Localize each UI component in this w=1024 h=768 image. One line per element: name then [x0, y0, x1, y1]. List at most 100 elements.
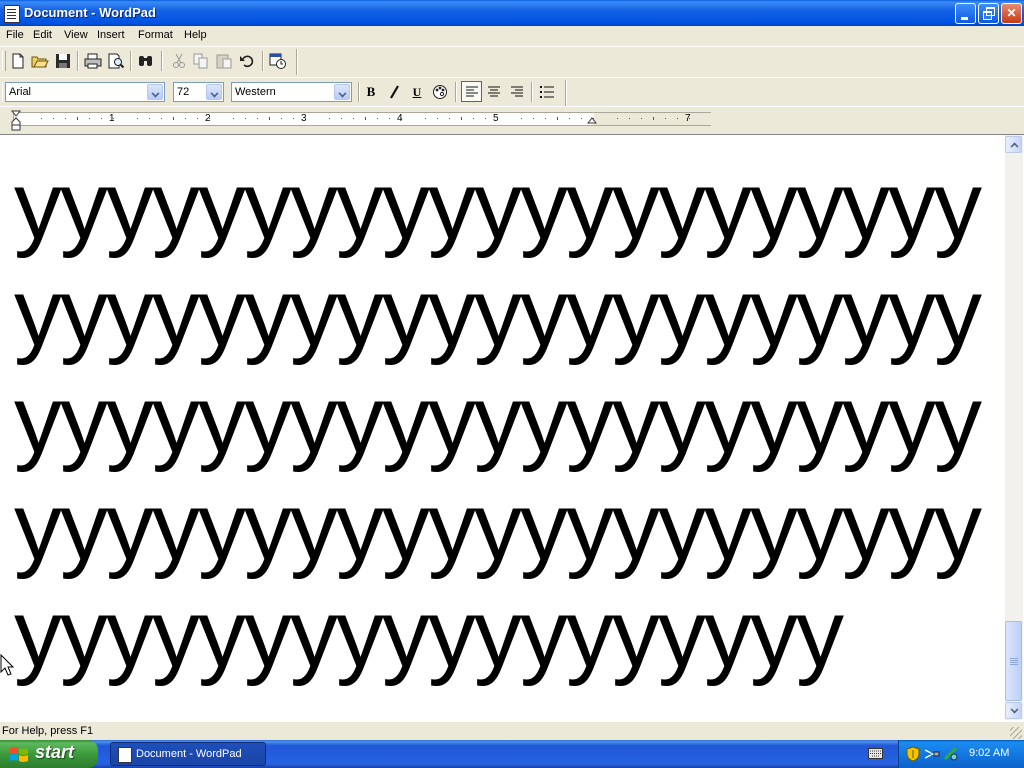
- ruler-tick: [569, 118, 570, 119]
- copy-icon[interactable]: [192, 52, 210, 70]
- ruler-label: 1: [109, 113, 115, 124]
- keyboard-language-icon[interactable]: [868, 748, 883, 759]
- print-preview-icon[interactable]: [107, 52, 125, 70]
- right-indent-marker[interactable]: [587, 114, 597, 124]
- color-palette-icon[interactable]: [431, 83, 449, 101]
- ruler-tick: [665, 118, 666, 119]
- ruler-label: 2: [205, 113, 211, 124]
- document-line[interactable]: yyyyyyyyyyyyyyyyyy: [14, 580, 1004, 687]
- ruler-tick: [293, 118, 294, 119]
- status-bar: For Help, press F1: [0, 721, 1024, 741]
- date-time-icon[interactable]: [269, 52, 287, 70]
- clock[interactable]: 9:02 AM: [969, 747, 1009, 759]
- vertical-scrollbar[interactable]: [1005, 135, 1023, 720]
- minimize-button[interactable]: [955, 3, 976, 24]
- close-button[interactable]: [1001, 3, 1022, 24]
- document-text[interactable]: yyyyyyyyyyyyyyyyyyyyy yyyyyyyyyyyyyyyyyyy…: [14, 152, 1004, 687]
- resize-grip[interactable]: [1010, 727, 1022, 739]
- font-size-combo[interactable]: 72: [173, 82, 224, 102]
- ruler-tick: [689, 118, 690, 119]
- ruler-tick: [557, 117, 558, 120]
- menu-view[interactable]: View: [64, 29, 88, 41]
- chevron-down-icon[interactable]: [206, 84, 222, 100]
- title-bar[interactable]: Document - WordPad: [0, 0, 1024, 26]
- menu-help[interactable]: Help: [184, 29, 207, 41]
- align-right-button[interactable]: [508, 83, 526, 101]
- ruler-tick: [437, 118, 438, 119]
- ruler-tick: [377, 118, 378, 119]
- scroll-thumb[interactable]: [1005, 621, 1022, 701]
- ruler-label: 3: [301, 113, 307, 124]
- taskbar-button-wordpad[interactable]: Document - WordPad: [110, 742, 266, 766]
- ruler-tick: [77, 117, 78, 120]
- toolbar-separator: [130, 51, 132, 71]
- scroll-up-button[interactable]: [1005, 136, 1022, 153]
- restore-button[interactable]: [978, 3, 999, 24]
- ruler-tick: [101, 118, 102, 119]
- ruler-tick: [341, 118, 342, 119]
- document-line[interactable]: yyyyyyyyyyyyyyyyyyyyy: [14, 152, 1004, 259]
- save-icon[interactable]: [54, 52, 72, 70]
- align-left-button[interactable]: [461, 81, 482, 102]
- windows-logo-icon: [10, 747, 28, 762]
- script-combo[interactable]: Western: [231, 82, 352, 102]
- undo-icon[interactable]: [238, 52, 256, 70]
- new-icon[interactable]: [9, 52, 27, 70]
- scroll-down-button[interactable]: [1005, 702, 1022, 719]
- start-label: start: [35, 742, 75, 762]
- ruler-tick: [653, 117, 654, 120]
- ruler-tick: [329, 118, 330, 119]
- ruler-tick: [497, 118, 498, 119]
- ruler-tick: [629, 118, 630, 119]
- menu-insert[interactable]: Insert: [97, 29, 125, 41]
- toolbar-separator: [455, 82, 457, 102]
- document-area[interactable]: yyyyyyyyyyyyyyyyyyyyy yyyyyyyyyyyyyyyyyyy…: [0, 134, 1024, 721]
- chevron-down-icon[interactable]: [147, 84, 163, 100]
- open-icon[interactable]: [31, 52, 49, 70]
- font-size-value: 72: [177, 86, 190, 98]
- cut-icon[interactable]: [170, 52, 188, 70]
- update-icon[interactable]: [943, 746, 959, 762]
- menu-file[interactable]: File: [6, 29, 24, 41]
- left-indent-marker[interactable]: [11, 110, 21, 132]
- ruler-tick: [233, 118, 234, 119]
- wordpad-app-icon[interactable]: [4, 5, 20, 23]
- bullets-button[interactable]: [538, 83, 556, 101]
- taskbar-button-label: Document - WordPad: [136, 748, 242, 760]
- align-center-button[interactable]: [485, 83, 503, 101]
- menu-format[interactable]: Format: [138, 29, 173, 41]
- ruler[interactable]: 1 2 3 4 5 7: [13, 112, 711, 126]
- document-line[interactable]: yyyyyyyyyyyyyyyyyyyyy: [14, 473, 1004, 580]
- ruler-tick: [581, 118, 582, 119]
- font-name-combo[interactable]: Arial: [5, 82, 165, 102]
- wordpad-icon: [118, 747, 132, 763]
- document-line[interactable]: yyyyyyyyyyyyyyyyyyyyy: [14, 366, 1004, 473]
- start-button[interactable]: start: [0, 740, 98, 768]
- ruler-tick: [113, 118, 114, 119]
- chevron-down-icon[interactable]: [334, 84, 350, 100]
- ruler-tick: [617, 118, 618, 119]
- toolbar-separator: [262, 51, 264, 71]
- paste-icon[interactable]: [215, 52, 233, 70]
- ruler-band: 1 2 3 4 5 7: [0, 106, 1024, 133]
- ruler-tick: [641, 118, 642, 119]
- toolbar-separator: [358, 82, 360, 102]
- underline-button[interactable]: U: [408, 83, 426, 101]
- bold-button[interactable]: B: [362, 83, 380, 101]
- ruler-tick: [137, 118, 138, 119]
- ruler-tick: [365, 117, 366, 120]
- ruler-label: 7: [685, 113, 691, 124]
- menu-edit[interactable]: Edit: [33, 29, 52, 41]
- toolbar-separator: [531, 82, 533, 102]
- document-line[interactable]: yyyyyyyyyyyyyyyyyyyyy: [14, 259, 1004, 366]
- ruler-tick: [161, 118, 162, 119]
- print-icon[interactable]: [84, 52, 102, 70]
- security-shield-icon[interactable]: [905, 746, 921, 762]
- network-icon[interactable]: [924, 746, 940, 762]
- toolbar-separator: [161, 51, 163, 71]
- toolbar-grip[interactable]: [2, 51, 6, 71]
- ruler-tick: [269, 117, 270, 120]
- ruler-tick: [65, 118, 66, 119]
- find-icon[interactable]: [137, 52, 155, 70]
- italic-button[interactable]: [385, 83, 403, 101]
